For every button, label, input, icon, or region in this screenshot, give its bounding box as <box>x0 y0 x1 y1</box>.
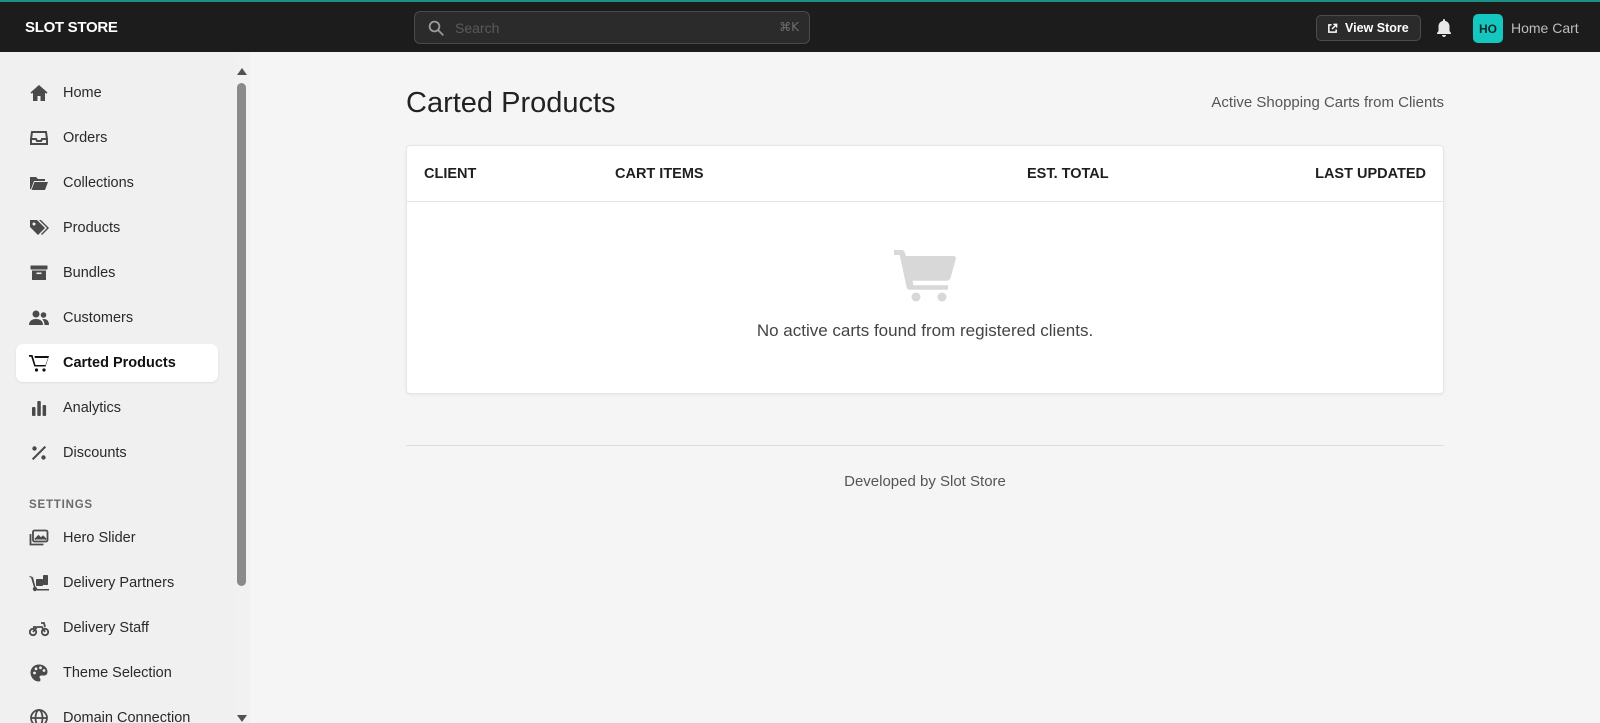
column-header-last-updated: LAST UPDATED <box>1315 166 1426 182</box>
page-subtitle: Active Shopping Carts from Clients <box>1211 94 1444 111</box>
view-store-button[interactable]: View Store <box>1316 15 1421 41</box>
table-header: CLIENT CART ITEMS EST. TOTAL LAST UPDATE… <box>407 146 1443 202</box>
sidebar-item-products[interactable]: Products <box>16 209 218 247</box>
sidebar-item-customers[interactable]: Customers <box>16 299 218 337</box>
sidebar-item-collections[interactable]: Collections <box>16 164 218 202</box>
sidebar-item-analytics[interactable]: Analytics <box>16 389 218 427</box>
folder-open-icon <box>28 172 50 194</box>
sidebar-item-label: Theme Selection <box>63 665 172 681</box>
sidebar-item-label: Products <box>63 220 121 236</box>
account-name[interactable]: Home Cart <box>1511 20 1579 36</box>
sidebar-item-label: Collections <box>63 175 134 191</box>
empty-cart-icon <box>894 250 956 302</box>
column-header-est-total: EST. TOTAL <box>1027 166 1109 182</box>
sidebar-item-label: Hero Slider <box>63 530 136 546</box>
scroll-up-arrow-icon[interactable] <box>237 68 247 75</box>
search-shortcut-hint: ⌘K <box>779 20 799 34</box>
column-header-client: CLIENT <box>424 166 477 182</box>
sidebar-item-orders[interactable]: Orders <box>16 119 218 157</box>
sidebar-item-label: Domain Connection <box>63 710 191 723</box>
sidebar-item-hero-slider[interactable]: Hero Slider <box>16 519 218 557</box>
sidebar-item-label: Customers <box>63 310 134 326</box>
cart-icon <box>28 352 50 374</box>
sidebar-item-label: Home <box>63 85 102 101</box>
bell-icon[interactable] <box>1435 18 1453 38</box>
empty-state-message: No active carts found from registered cl… <box>756 321 1094 340</box>
sidebar-item-delivery-partners[interactable]: Delivery Partners <box>16 564 218 602</box>
footer-text: Developed by Slot Store <box>844 473 1006 490</box>
sidebar-item-delivery-staff[interactable]: Delivery Staff <box>16 609 218 647</box>
sidebar-item-domain-connection[interactable]: Domain Connection <box>16 699 218 723</box>
sidebar-item-label: Discounts <box>63 445 127 461</box>
bar-chart-icon <box>28 397 50 419</box>
footer-divider <box>406 445 1444 446</box>
percent-icon <box>28 442 50 464</box>
brand-logo[interactable]: SLOT STORE <box>25 19 118 36</box>
scroll-down-arrow-icon[interactable] <box>237 715 247 722</box>
search-input[interactable] <box>455 17 755 39</box>
archive-box-icon <box>28 262 50 284</box>
globe-icon <box>28 707 50 723</box>
users-icon <box>28 307 50 329</box>
external-link-icon <box>1328 23 1338 33</box>
view-store-label: View Store <box>1345 21 1409 35</box>
sidebar-item-discounts[interactable]: Discounts <box>16 434 218 472</box>
sidebar-item-label: Delivery Staff <box>63 620 149 636</box>
scrollbar-thumb[interactable] <box>237 83 246 586</box>
avatar[interactable]: HO <box>1473 14 1503 43</box>
search-icon <box>428 20 444 36</box>
tags-icon <box>28 217 50 239</box>
page-title: Carted Products <box>406 87 616 119</box>
search-box[interactable]: ⌘K <box>414 11 810 44</box>
sidebar-item-label: Carted Products <box>63 355 176 371</box>
sidebar-item-label: Bundles <box>63 265 116 281</box>
inbox-icon <box>28 127 50 149</box>
palette-icon <box>28 662 50 684</box>
settings-section-label: SETTINGS <box>29 499 93 511</box>
images-icon <box>28 527 50 549</box>
sidebar-item-label: Delivery Partners <box>63 575 175 591</box>
sidebar-item-label: Orders <box>63 130 108 146</box>
sidebar-item-carted-products[interactable]: Carted Products <box>16 344 218 382</box>
dolly-icon <box>28 572 50 594</box>
sidebar-scrollbar[interactable] <box>234 52 250 723</box>
top-bar: SLOT STORE ⌘K View Store HO Home Cart <box>0 0 1600 52</box>
sidebar-item-label: Analytics <box>63 400 122 416</box>
sidebar-item-theme-selection[interactable]: Theme Selection <box>16 654 218 692</box>
motorcycle-icon <box>28 617 50 639</box>
column-header-cart-items: CART ITEMS <box>615 166 704 182</box>
sidebar: Home Orders Collections Products Bundles… <box>0 52 234 723</box>
sidebar-item-home[interactable]: Home <box>16 74 218 112</box>
carts-table-card: CLIENT CART ITEMS EST. TOTAL LAST UPDATE… <box>406 145 1444 394</box>
home-icon <box>28 82 50 104</box>
sidebar-item-bundles[interactable]: Bundles <box>16 254 218 292</box>
